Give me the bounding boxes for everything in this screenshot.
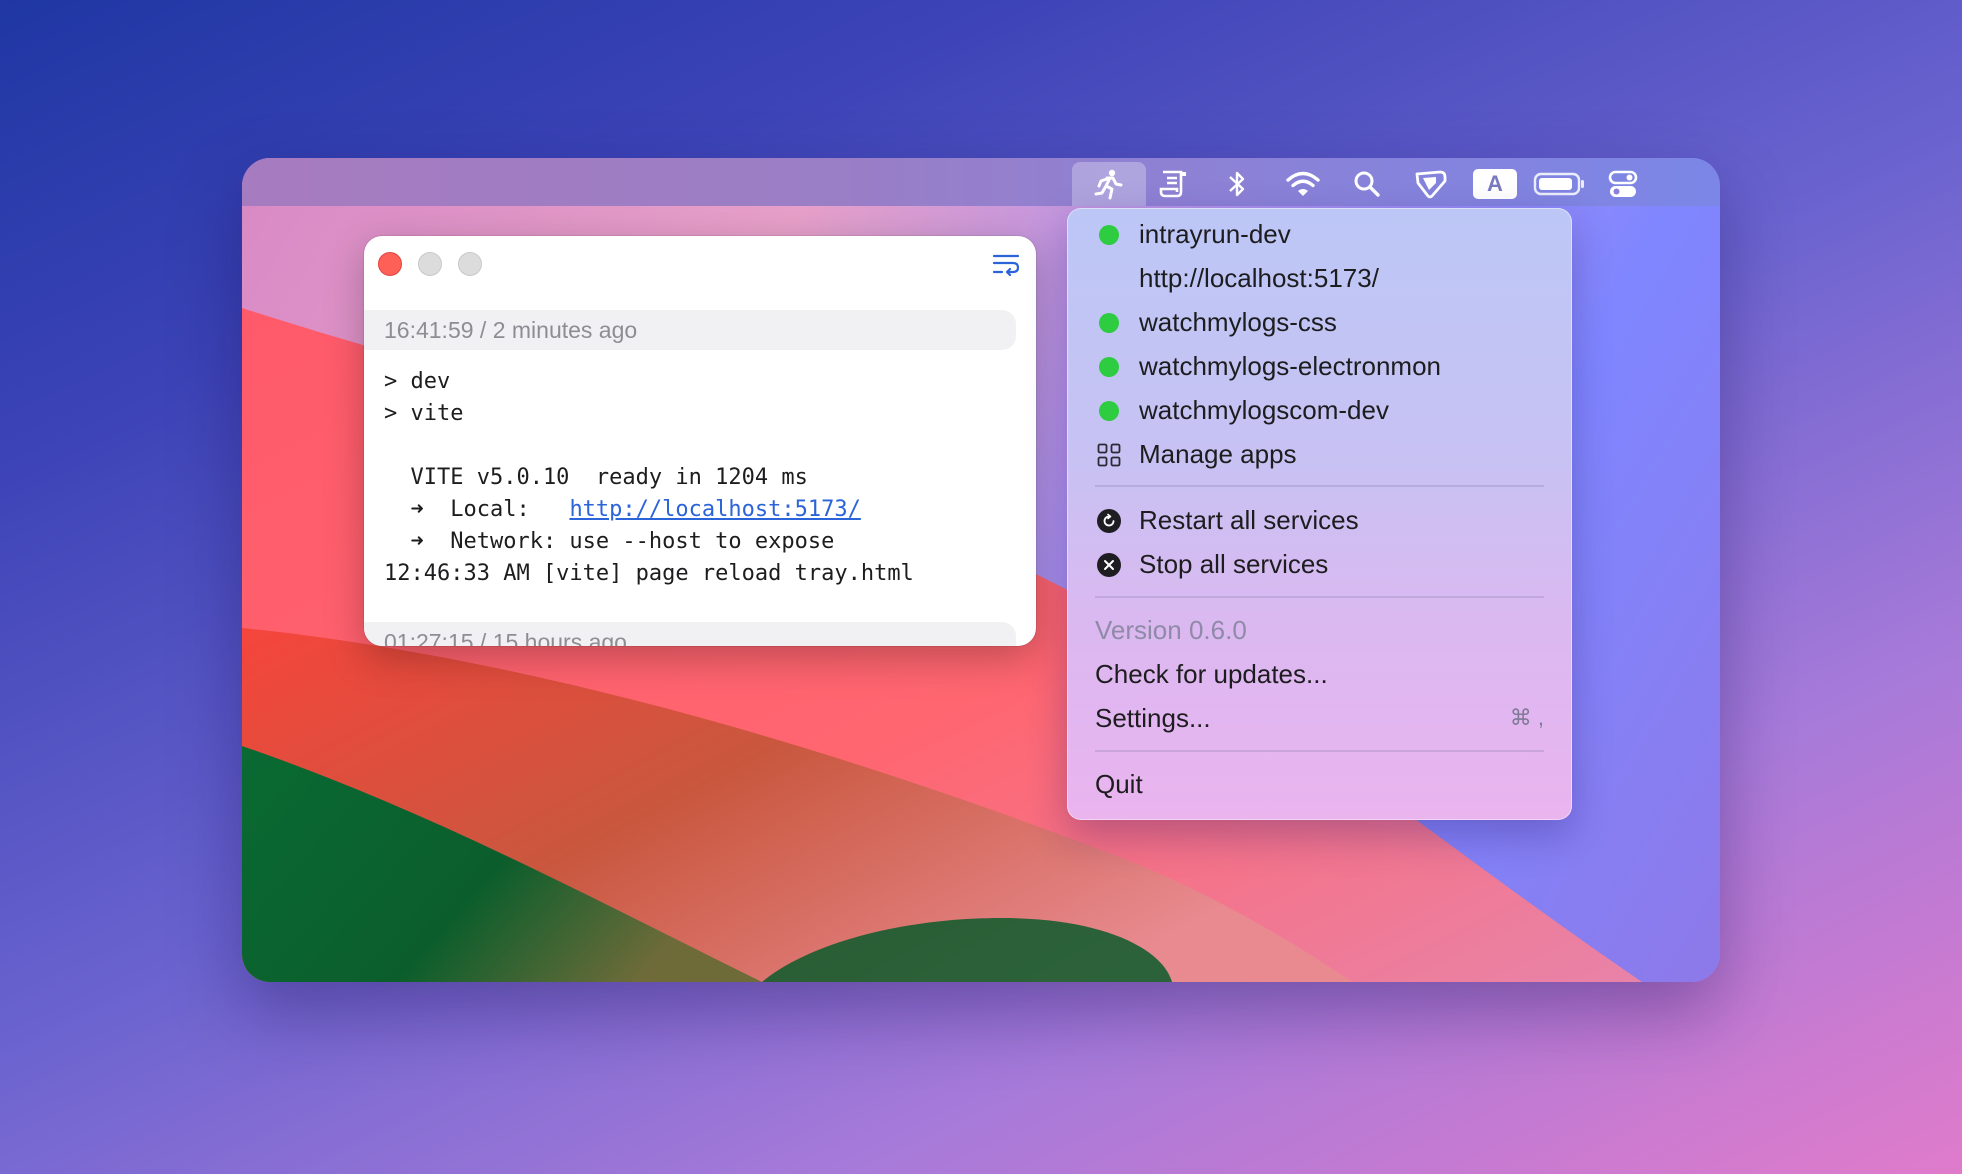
log-line-local: ➜ Local: http://localhost:5173/ xyxy=(384,494,1024,526)
menu-item-app[interactable]: watchmylogs-electronmon xyxy=(1067,344,1572,388)
control-center-icon[interactable] xyxy=(1586,162,1660,206)
runner-icon[interactable] xyxy=(1072,162,1146,206)
status-running-dot xyxy=(1099,357,1119,377)
version-label: Version 0.6.0 xyxy=(1095,615,1247,645)
app-label: intrayrun-dev xyxy=(1139,219,1291,249)
app-label: watchmylogs-electronmon xyxy=(1139,351,1442,381)
log-line: 12:46:33 AM [vite] page reload tray.html xyxy=(384,561,914,586)
input-source-icon[interactable]: A xyxy=(1458,162,1532,206)
local-url-link[interactable]: http://localhost:5173/ xyxy=(569,497,860,522)
log-timestamp: 16:41:59 / 2 minutes ago xyxy=(364,310,1016,350)
app-label: watchmylogscom-dev xyxy=(1139,395,1389,425)
status-running-dot xyxy=(1099,313,1119,333)
script-icon[interactable] xyxy=(1136,162,1210,206)
restart-all-label: Restart all services xyxy=(1139,505,1359,535)
log-line: > vite xyxy=(384,401,464,426)
menu-item-manage-apps[interactable]: Manage apps xyxy=(1067,432,1572,476)
input-source-label: A xyxy=(1473,169,1517,199)
status-running-dot xyxy=(1099,225,1119,245)
battery-icon[interactable] xyxy=(1522,162,1596,206)
menu-item-settings[interactable]: Settings... ⌘ , xyxy=(1067,696,1572,740)
menu-item-version: Version 0.6.0 xyxy=(1067,608,1572,652)
bluetooth-icon[interactable] xyxy=(1200,162,1274,206)
menu-item-stop-all[interactable]: Stop all services xyxy=(1067,542,1572,586)
wrap-lines-icon[interactable] xyxy=(992,252,1020,277)
check-updates-label: Check for updates... xyxy=(1095,659,1328,689)
menu-item-app-url[interactable]: http://localhost:5173/ xyxy=(1067,256,1572,300)
menu-item-restart-all[interactable]: Restart all services xyxy=(1067,498,1572,542)
manage-apps-label: Manage apps xyxy=(1139,439,1297,469)
maximize-button[interactable] xyxy=(458,252,482,276)
restart-icon xyxy=(1097,509,1121,533)
settings-label: Settings... xyxy=(1095,703,1211,733)
log-window: 16:41:59 / 2 minutes ago > dev > vite ​ VI… xyxy=(364,236,1036,646)
menu-item-app[interactable]: watchmylogscom-dev xyxy=(1067,388,1572,432)
menu-separator xyxy=(1095,596,1544,598)
menu-bar: A xyxy=(242,158,1720,206)
tag-icon[interactable] xyxy=(1394,162,1468,206)
search-icon[interactable] xyxy=(1330,162,1404,206)
log-timestamp-older: 01:27:15 / 15 hours ago xyxy=(364,622,1016,646)
log-line: > dev xyxy=(384,369,451,394)
tray-menu: intrayrun-dev http://localhost:5173/ wat… xyxy=(1067,208,1572,820)
desktop: A 16:41:59 / 2 minutes ago > dev > vite ​ … xyxy=(242,158,1720,982)
wifi-icon[interactable] xyxy=(1266,162,1340,206)
app-url: http://localhost:5173/ xyxy=(1139,263,1379,293)
log-line: ​ xyxy=(384,430,1024,462)
menu-separator xyxy=(1095,485,1544,487)
menu-item-app[interactable]: watchmylogs-css xyxy=(1067,300,1572,344)
stop-all-label: Stop all services xyxy=(1139,549,1329,579)
menu-item-quit[interactable]: Quit xyxy=(1067,762,1572,806)
menu-item-check-updates[interactable]: Check for updates... xyxy=(1067,652,1572,696)
menu-item-app[interactable]: intrayrun-dev xyxy=(1067,212,1572,256)
menu-separator xyxy=(1095,750,1544,752)
settings-shortcut: ⌘ , xyxy=(1509,705,1544,730)
log-line: VITE v5.0.10 ready in 1204 ms xyxy=(384,465,808,490)
grid-icon xyxy=(1097,443,1121,467)
close-button[interactable] xyxy=(378,252,402,276)
app-label: watchmylogs-css xyxy=(1139,307,1337,337)
minimize-button[interactable] xyxy=(418,252,442,276)
stop-icon xyxy=(1097,553,1121,577)
log-output: > dev > vite ​ VITE v5.0.10 ready in 1204 … xyxy=(384,366,1024,590)
quit-label: Quit xyxy=(1095,769,1143,799)
log-line: ➜ Network: use --host to expose xyxy=(384,529,835,554)
status-running-dot xyxy=(1099,401,1119,421)
log-line-local-label: ➜ Local: xyxy=(384,497,570,522)
